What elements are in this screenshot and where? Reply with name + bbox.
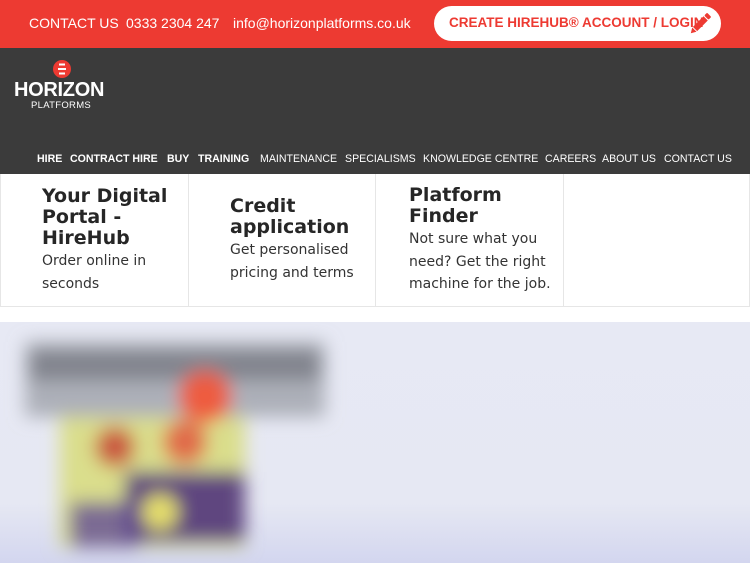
top-bar: CONTACT US 0333 2304 247 info@horizonpla…	[0, 0, 750, 48]
nav-item-about-us[interactable]: ABOUT US	[602, 153, 656, 165]
card-credit-application[interactable]: Credit application Get personalised pric…	[188, 174, 375, 307]
horizon-logo[interactable]: HORIZON PLATFORMS	[14, 60, 114, 114]
feature-cards: Your Digital Portal - HireHub Order onli…	[0, 174, 750, 307]
card-title: Platform Finder	[409, 184, 502, 227]
card-title: Credit application	[230, 195, 350, 238]
site-header: HORIZON PLATFORMS HIRE CONTRACT HIRE BUY…	[0, 48, 750, 174]
nav-item-training[interactable]: TRAINING	[198, 153, 249, 165]
main-nav: HIRE CONTRACT HIRE BUY TRAINING MAINTENA…	[0, 153, 750, 169]
card-platform-finder[interactable]: Platform Finder Not sure what you need? …	[375, 174, 563, 307]
nav-item-specialisms[interactable]: SPECIALISMS	[345, 153, 416, 165]
card-description: Not sure what you need? Get the right ma…	[409, 231, 551, 292]
card-description: Order online in seconds	[42, 253, 147, 292]
nav-item-contract-hire[interactable]: CONTRACT HIRE	[70, 153, 158, 165]
card-description: Get personalised pricing and terms	[230, 242, 354, 281]
logo-subtitle: PLATFORMS	[31, 100, 92, 111]
cta-label: CREATE HIREHUB® ACCOUNT / LOGIN	[449, 15, 704, 30]
card-title: Your Digital Portal - HireHub	[42, 185, 168, 249]
logo-name: HORIZON	[14, 79, 105, 101]
card-hirehub[interactable]: Your Digital Portal - HireHub Order onli…	[0, 174, 188, 307]
create-hirehub-account-button[interactable]: CREATE HIREHUB® ACCOUNT / LOGIN	[434, 6, 721, 41]
nav-item-maintenance[interactable]: MAINTENANCE	[260, 153, 337, 165]
email-link[interactable]: info@horizonplatforms.co.uk	[233, 15, 411, 31]
pencil-icon	[690, 13, 711, 34]
nav-item-knowledge-centre[interactable]: KNOWLEDGE CENTRE	[423, 153, 538, 165]
nav-item-careers[interactable]: CAREERS	[545, 153, 596, 165]
card-empty	[563, 174, 750, 307]
logo-mark-icon	[53, 60, 71, 78]
nav-item-hire[interactable]: HIRE	[37, 153, 62, 165]
nav-item-buy[interactable]: BUY	[167, 153, 189, 165]
phone-link[interactable]: 0333 2304 247	[126, 15, 219, 31]
contact-us-link[interactable]: CONTACT US	[29, 15, 119, 31]
hero-banner	[0, 322, 750, 563]
hero-image	[25, 342, 325, 547]
nav-item-contact-us[interactable]: CONTACT US	[664, 153, 732, 165]
